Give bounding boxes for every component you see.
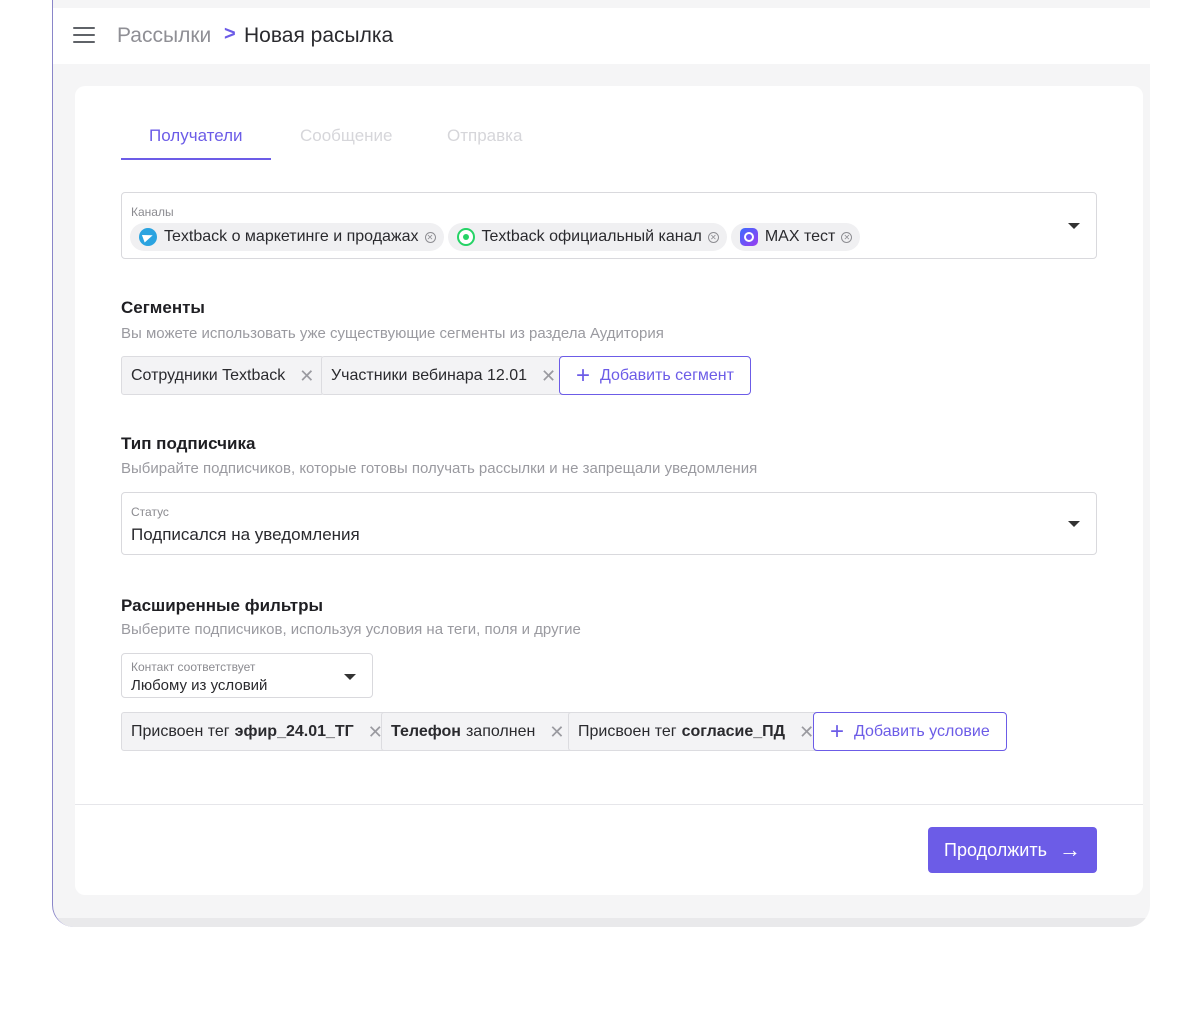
channels-select[interactable]: Каналы Textback о маркетинге и продажах … [121, 192, 1097, 259]
channel-chip[interactable]: MAX тест ✕ [730, 223, 861, 251]
condition-chip[interactable]: Присвоен тег эфир_24.01_ТГ ✕ [121, 712, 393, 751]
breadcrumb-parent[interactable]: Рассылки [117, 24, 211, 48]
tab-sending[interactable]: Отправка [447, 126, 522, 146]
condition-value: Телефон [391, 722, 461, 740]
condition-value: эфир_24.01_ТГ [234, 722, 354, 740]
chevron-right-icon: > [224, 23, 236, 45]
status-label: Статус [131, 505, 169, 519]
form-card: Получатели Сообщение Отправка Каналы Tex… [75, 86, 1143, 895]
chevron-down-icon[interactable] [1068, 521, 1080, 527]
close-icon[interactable]: ✕ [541, 367, 556, 385]
match-label: Контакт соответствует [131, 660, 256, 674]
continue-label: Продолжить [944, 839, 1047, 860]
plus-icon: + [576, 361, 591, 389]
tab-recipients[interactable]: Получатели [149, 126, 243, 146]
condition-prefix: Присвоен тег [131, 722, 230, 740]
segment-chip[interactable]: Сотрудники Textback ✕ [121, 356, 325, 395]
condition-value: согласие_ПД [681, 722, 786, 740]
channels-label: Каналы [131, 205, 174, 219]
add-condition-label: Добавить условие [854, 722, 990, 740]
continue-button[interactable]: Продолжить → [928, 827, 1097, 873]
max-icon [739, 228, 758, 246]
channel-chip-label: MAX тест [764, 228, 836, 245]
telegram-icon [139, 228, 157, 246]
add-condition-button[interactable]: + Добавить условие [813, 712, 1007, 751]
segment-chip[interactable]: Участники вебинара 12.01 ✕ [321, 356, 567, 395]
channel-chip-label: Textback о маркетинге и продажах [164, 228, 419, 245]
hamburger-menu-icon[interactable] [73, 27, 95, 43]
top-bar: Рассылки > Новая расылка [53, 8, 1150, 64]
condition-chip[interactable]: Телефон заполнен ✕ [381, 712, 575, 751]
channel-chips: Textback о маркетинге и продажах ✕ Textb… [130, 223, 864, 251]
channel-chip[interactable]: Textback о маркетинге и продажах ✕ [130, 223, 444, 251]
active-tab-indicator [121, 158, 271, 160]
tab-message[interactable]: Сообщение [300, 126, 393, 146]
page-title: Новая расылка [244, 24, 394, 47]
condition-suffix: заполнен [465, 722, 536, 740]
tab-bar: Получатели Сообщение Отправка [121, 126, 541, 160]
condition-chip[interactable]: Присвоен тег согласие_ПД ✕ [568, 712, 825, 751]
segments-hint: Вы можете использовать уже существующие … [121, 325, 664, 342]
subscriber-type-title: Тип подписчика [121, 434, 256, 453]
match-select[interactable]: Контакт соответствует Любому из условий [121, 653, 373, 698]
channel-chip[interactable]: Textback официальный канал ✕ [447, 223, 727, 251]
plus-icon: + [830, 717, 845, 745]
remove-channel-icon[interactable]: ✕ [707, 231, 719, 243]
segment-chip-label: Участники вебинара 12.01 [331, 366, 528, 384]
chevron-down-icon[interactable] [344, 674, 356, 680]
match-value: Любому из условий [131, 677, 268, 694]
close-icon[interactable]: ✕ [299, 367, 314, 385]
segments-title: Сегменты [121, 298, 205, 317]
remove-channel-icon[interactable]: ✕ [424, 231, 436, 243]
segment-chip-label: Сотрудники Textback [131, 366, 286, 384]
arrow-right-icon: → [1058, 837, 1081, 862]
channel-chip-label: Textback официальный канал [481, 228, 702, 245]
close-icon[interactable]: ✕ [549, 723, 564, 741]
filters-hint: Выберите подписчиков, используя условия … [121, 621, 581, 638]
footer-divider [75, 804, 1143, 805]
filters-title: Расширенные фильтры [121, 596, 324, 615]
status-select[interactable]: Статус Подписался на уведомления [121, 492, 1097, 555]
add-segment-button[interactable]: + Добавить сегмент [559, 356, 751, 395]
chevron-down-icon[interactable] [1068, 223, 1080, 229]
status-value: Подписался на уведомления [131, 525, 360, 544]
close-icon[interactable]: ✕ [799, 723, 814, 741]
subscriber-type-hint: Выбирайте подписчиков, которые готовы по… [121, 460, 758, 477]
app-window: Рассылки > Новая расылка Получатели Сооб… [52, 0, 1150, 927]
add-segment-label: Добавить сегмент [600, 366, 734, 384]
condition-prefix: Присвоен тег [578, 722, 677, 740]
remove-channel-icon[interactable]: ✕ [841, 231, 853, 243]
whatsapp-icon [456, 228, 475, 246]
window-bottom-edge [53, 918, 1150, 927]
